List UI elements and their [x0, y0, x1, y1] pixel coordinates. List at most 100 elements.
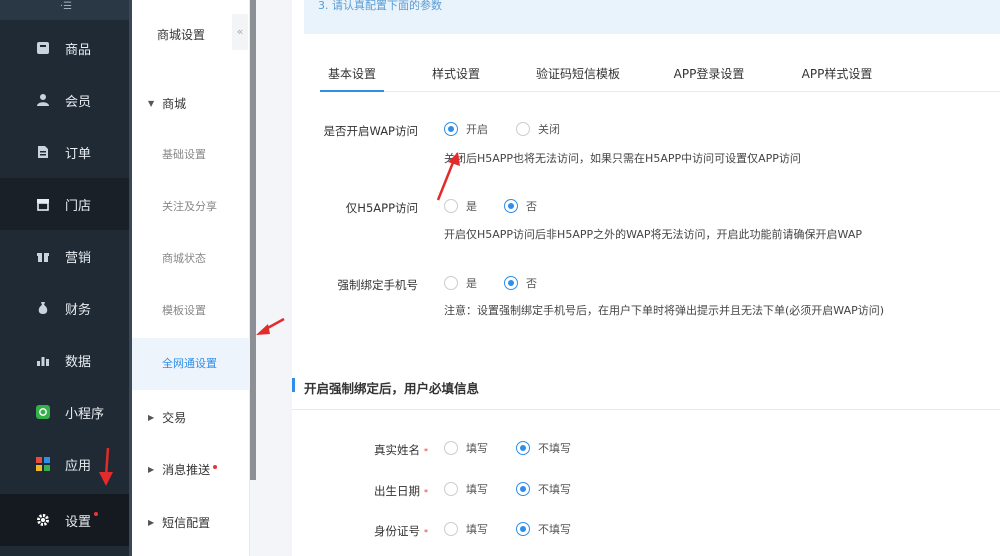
sidebar-item-settings[interactable]: 设置 — [0, 494, 132, 546]
subnav-group-message[interactable]: ▶ 消息推送 — [148, 461, 218, 478]
caret-right-icon: ▶ — [148, 413, 155, 422]
radio-circle — [516, 441, 530, 455]
radio-circle — [444, 522, 458, 536]
radio-circle — [516, 122, 530, 136]
radio-label: 不填写 — [538, 483, 571, 496]
radio-label: 开启 — [466, 123, 488, 136]
caret-right-icon: ▶ — [148, 518, 155, 527]
subnav-item-store-status[interactable]: 商城状态 — [132, 233, 250, 285]
annotation-arrow — [256, 317, 285, 335]
tab-sms-template[interactable]: 验证码短信模板 — [528, 58, 628, 92]
settings-panel: 3. 请认真配置下面的参数 基本设置 样式设置 验证码短信模板 APP登录设置 … — [292, 0, 1000, 556]
sidebar-item-marketing[interactable]: 营销 — [0, 230, 132, 282]
required-mark: * — [424, 488, 428, 497]
apps-grid-icon — [35, 456, 51, 472]
sidebar-item-label: 商品 — [65, 42, 92, 58]
store-icon — [35, 196, 51, 212]
tab-app-login[interactable]: APP登录设置 — [664, 58, 754, 92]
required-mark: * — [424, 447, 428, 456]
bind-phone-no-radio[interactable]: 否 — [504, 275, 537, 291]
subnav-item-follow-share[interactable]: 关注及分享 — [132, 181, 250, 233]
subnav-title: 商城设置 — [157, 28, 206, 42]
wap-on-radio[interactable]: 开启 — [444, 121, 488, 137]
h5-only-help-text: 开启仅H5APP访问后非H5APP之外的WAP将无法访问，开启此功能前请确保开启… — [444, 228, 862, 241]
collapse-subnav-button[interactable]: « — [232, 14, 248, 50]
radio-label: 不填写 — [538, 523, 571, 536]
radio-label: 填写 — [466, 523, 488, 536]
wap-help-text: 关闭后H5APP也将无法访问，如果只需在H5APP中访问可设置仅APP访问 — [444, 152, 801, 165]
subnav-item-full-network[interactable]: 全网通设置 — [132, 338, 250, 390]
bar-chart-icon — [35, 352, 51, 368]
subnav-group-label: 交易 — [162, 411, 187, 425]
sidebar-item-store[interactable]: 门店 — [0, 178, 132, 230]
tab-basic[interactable]: 基本设置 — [320, 58, 384, 92]
required-mark: * — [424, 528, 428, 537]
real-name-fill-radio[interactable]: 填写 — [444, 440, 488, 456]
force-bind-phone-label: 强制绑定手机号 — [337, 278, 419, 292]
sidebar-item-goods[interactable]: 商品 — [0, 22, 132, 74]
sidebar-item-label: 营销 — [65, 250, 92, 266]
radio-label: 是 — [466, 200, 477, 213]
radio-circle — [516, 522, 530, 536]
wap-access-label: 是否开启WAP访问 — [323, 124, 418, 138]
radio-label: 否 — [526, 277, 537, 290]
field-label-text: 真实姓名 — [374, 443, 420, 457]
bind-phone-yes-radio[interactable]: 是 — [444, 275, 477, 291]
radio-circle — [504, 199, 518, 213]
section-title: 开启强制绑定后，用户必填信息 — [304, 381, 480, 396]
sidebar-item-members[interactable]: 会员 — [0, 74, 132, 126]
caret-right-icon: ▶ — [148, 465, 155, 474]
bind-phone-help-text: 注意：设置强制绑定手机号后，在用户下单时将弹出提示并且无法下单(必须开启WAP访… — [444, 304, 885, 317]
id-number-fill-radio[interactable]: 填写 — [444, 521, 488, 537]
mini-program-icon — [35, 404, 51, 420]
sidebar-item-label: 设置 — [65, 514, 92, 530]
caret-down-icon: ▼ — [148, 99, 155, 108]
order-icon — [35, 144, 51, 160]
sidebar-item-finance[interactable]: 财务 — [0, 282, 132, 334]
real-name-no-fill-radio[interactable]: 不填写 — [516, 440, 571, 456]
settings-subnav: 商城设置 « ▼ 商城 基础设置 关注及分享 商城状态 模板设置 全网通设置 ▶… — [132, 0, 250, 556]
annotation-arrow — [99, 447, 113, 486]
main-content: 3. 请认真配置下面的参数 基本设置 样式设置 验证码短信模板 APP登录设置 … — [256, 0, 1000, 556]
subnav-group-label: 短信配置 — [162, 516, 211, 530]
radio-label: 填写 — [466, 483, 488, 496]
sidebar-item-label: 数据 — [65, 354, 92, 370]
tab-app-style[interactable]: APP样式设置 — [792, 58, 882, 92]
annotation-arrow — [436, 152, 460, 201]
settings-tabs: 基本设置 样式设置 验证码短信模板 APP登录设置 APP样式设置 — [320, 58, 1000, 92]
h5-only-label: 仅H5APP访问 — [345, 201, 418, 215]
radio-circle — [516, 482, 530, 496]
field-label-text: 身份证号 — [374, 524, 420, 538]
birth-date-fill-radio[interactable]: 填写 — [444, 481, 488, 497]
box-icon — [35, 40, 51, 56]
wap-off-radio[interactable]: 关闭 — [516, 121, 560, 137]
real-name-label: 真实姓名 * — [288, 442, 428, 458]
birth-date-no-fill-radio[interactable]: 不填写 — [516, 481, 571, 497]
sidebar-item-label: 门店 — [65, 198, 92, 214]
radio-circle — [444, 122, 458, 136]
subnav-item-basic[interactable]: 基础设置 — [132, 129, 250, 181]
sidebar-item-orders[interactable]: 订单 — [0, 126, 132, 178]
subnav-group-sms[interactable]: ▶ 短信配置 — [148, 514, 210, 531]
notification-dot — [94, 512, 99, 516]
sidebar-item-label: 小程序 — [65, 406, 105, 422]
subnav-group-label: 商城 — [162, 97, 187, 111]
sidebar-top-mark[interactable]: ·☰ — [0, 0, 132, 20]
notice-banner: 3. 请认真配置下面的参数 — [304, 0, 1000, 34]
section-accent-bar — [292, 378, 295, 392]
sidebar-item-data[interactable]: 数据 — [0, 334, 132, 386]
user-icon — [35, 92, 51, 108]
radio-label: 填写 — [466, 442, 488, 455]
radio-circle — [444, 482, 458, 496]
subnav-group-store[interactable]: ▼ 商城 — [148, 95, 186, 112]
radio-circle — [504, 276, 518, 290]
tab-style[interactable]: 样式设置 — [424, 58, 488, 92]
radio-label: 不填写 — [538, 442, 571, 455]
subnav-item-template[interactable]: 模板设置 — [132, 285, 250, 337]
sidebar-item-mini-program[interactable]: 小程序 — [0, 386, 132, 438]
gift-icon — [35, 248, 51, 264]
id-number-no-fill-radio[interactable]: 不填写 — [516, 521, 571, 537]
subnav-group-trade[interactable]: ▶ 交易 — [148, 409, 186, 426]
radio-label: 关闭 — [538, 123, 560, 136]
h5-only-no-radio[interactable]: 否 — [504, 198, 537, 214]
